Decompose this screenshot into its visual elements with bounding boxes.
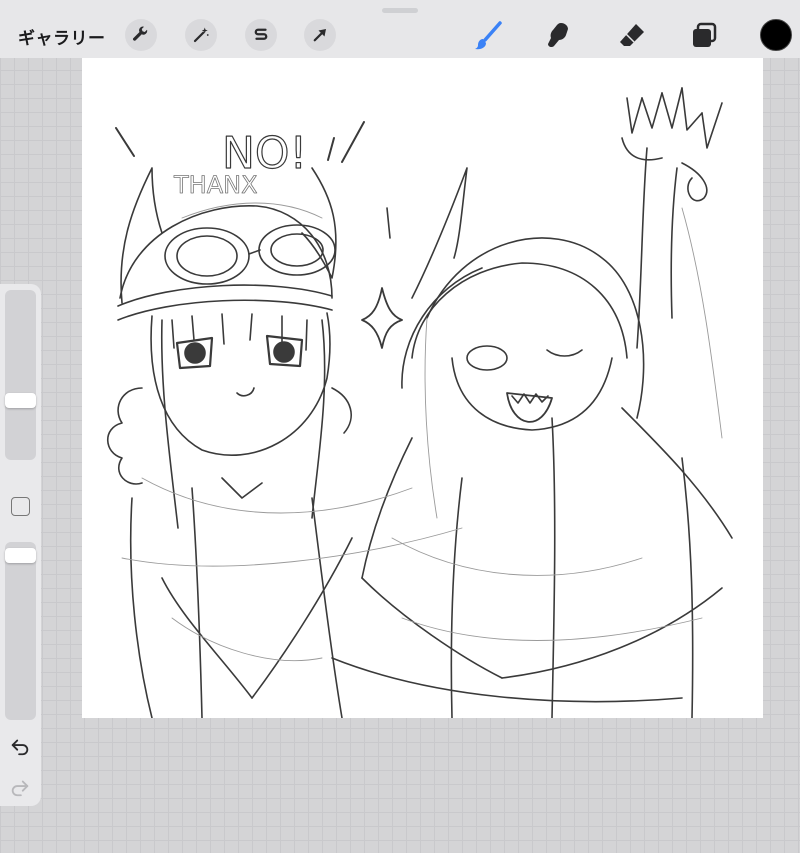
undo-icon[interactable]	[9, 735, 31, 757]
eraser-icon	[620, 24, 644, 46]
wrench-icon	[133, 26, 148, 41]
selection-s-icon	[254, 28, 268, 40]
arrow-cursor-icon	[313, 29, 326, 42]
layers-icon	[693, 22, 717, 47]
actions-button[interactable]	[125, 19, 157, 51]
adjustments-button[interactable]	[185, 19, 217, 51]
sketch-thanks-text: THANX	[173, 171, 258, 199]
eraser-button[interactable]	[614, 18, 650, 54]
brush-button[interactable]	[471, 18, 507, 54]
drawing-canvas[interactable]: NO! THANX	[82, 58, 763, 718]
sketch-artwork: NO! THANX	[107, 87, 733, 718]
layers-button[interactable]	[686, 18, 722, 54]
color-picker-button[interactable]	[760, 19, 792, 51]
smudge-button[interactable]	[541, 18, 577, 54]
opacity-slider[interactable]	[5, 542, 36, 720]
brush-size-thumb[interactable]	[5, 393, 36, 408]
top-toolbar: ギャラリー	[0, 0, 800, 58]
brush-size-slider[interactable]	[5, 290, 36, 460]
gallery-button[interactable]: ギャラリー	[18, 24, 106, 49]
transform-button[interactable]	[304, 19, 336, 51]
selection-button[interactable]	[245, 19, 277, 51]
left-sidebar	[0, 284, 41, 806]
opacity-thumb[interactable]	[5, 548, 36, 563]
drag-handle[interactable]	[382, 8, 418, 13]
magic-wand-icon	[193, 27, 209, 43]
smudge-icon	[548, 23, 568, 48]
redo-icon[interactable]	[9, 776, 31, 798]
brush-icon	[475, 21, 502, 50]
modify-button[interactable]	[11, 497, 30, 516]
